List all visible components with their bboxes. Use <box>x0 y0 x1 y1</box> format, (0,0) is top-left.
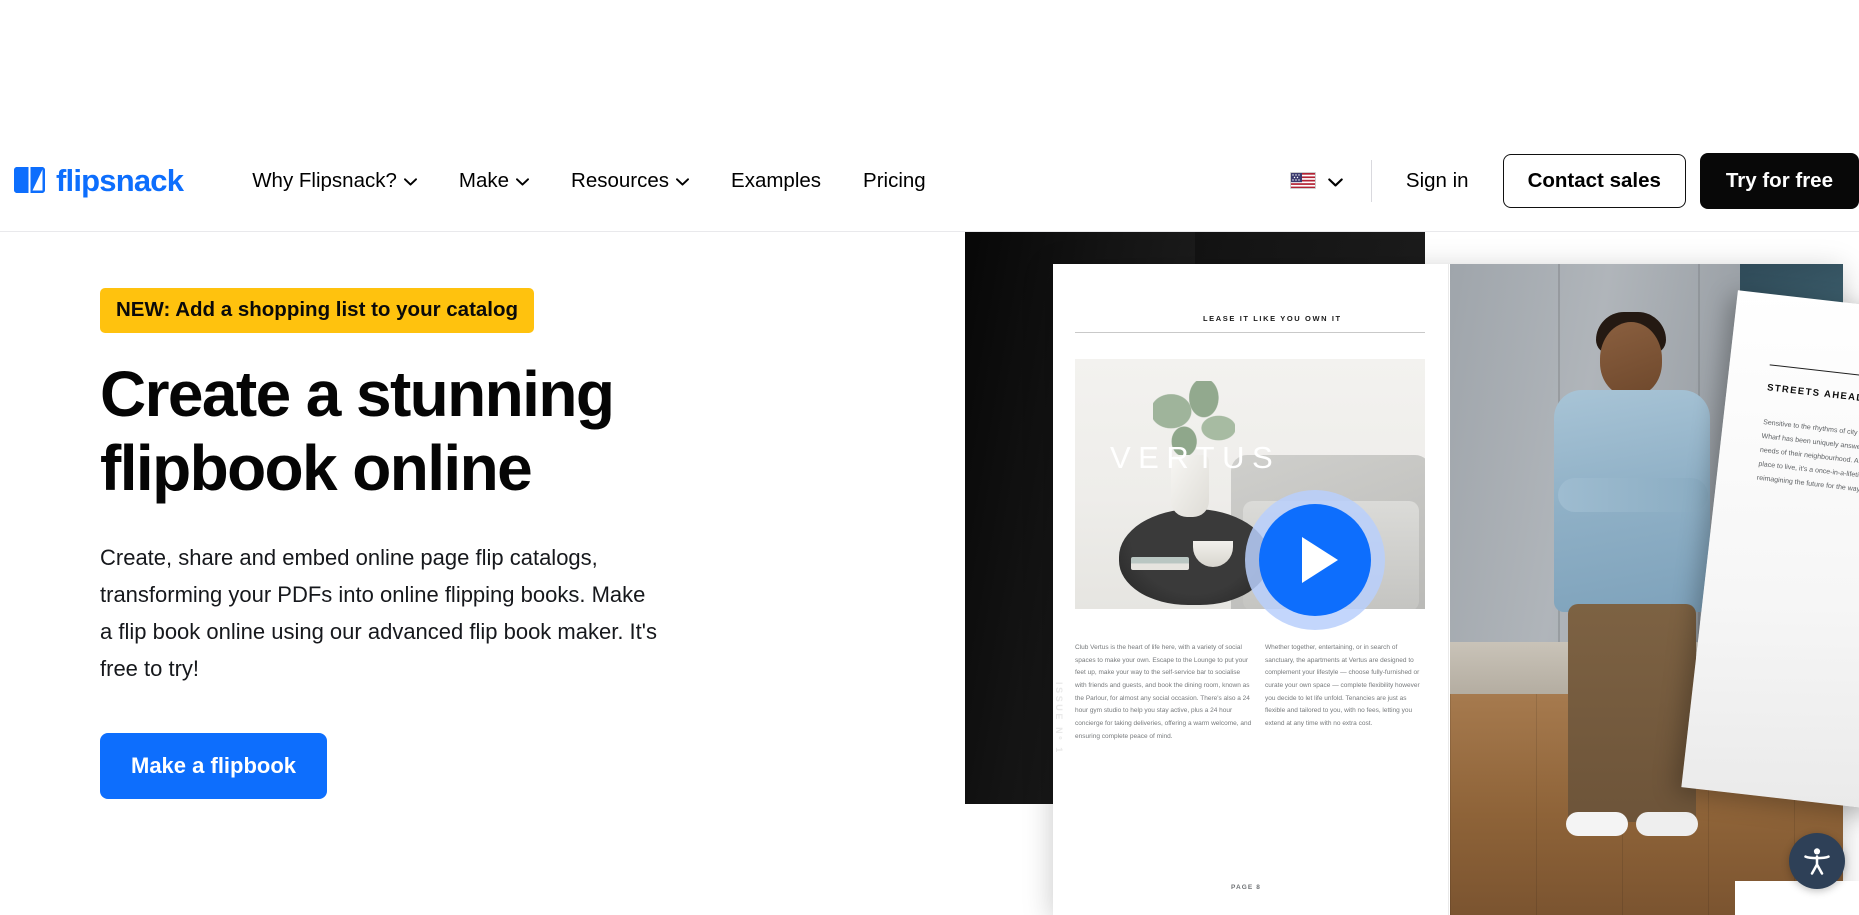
chevron-down-icon <box>403 177 417 186</box>
header-divider <box>1370 159 1372 202</box>
spread-body-right: Whether together, entertaining, or in se… <box>1265 644 1420 728</box>
try-for-free-button[interactable]: Try for free <box>1699 152 1859 209</box>
hero-paragraph: Create, share and embed online page flip… <box>100 545 657 682</box>
chevron-down-icon <box>1328 177 1343 186</box>
accessibility-person-icon <box>1801 845 1833 877</box>
us-flag-icon <box>1289 172 1316 189</box>
spread-page-number: PAGE 8 <box>1231 884 1261 891</box>
nav-item-examples[interactable]: Examples <box>710 159 842 203</box>
nav-label: Resources <box>571 168 670 192</box>
landing-page: flipsnack Why Flipsnack? Make Resources <box>0 0 1859 915</box>
nav-label: Pricing <box>863 168 926 192</box>
accessibility-widget-backdrop <box>1735 881 1859 915</box>
nav-label: Make <box>458 168 510 192</box>
new-feature-badge[interactable]: NEW: Add a shopping list to your catalog <box>100 288 535 333</box>
make-a-flipbook-button[interactable]: Make a flipbook <box>100 733 328 800</box>
main-navigation: Why Flipsnack? Make Resources Examples P… <box>231 159 947 203</box>
headline-line-2: flipbook online <box>100 432 533 505</box>
page-title: Create a stunning flipbook online <box>100 357 790 507</box>
spread-rule <box>1075 332 1425 333</box>
sheet-rule <box>1769 364 1859 383</box>
site-header: flipsnack Why Flipsnack? Make Resources <box>0 130 1859 232</box>
play-triangle <box>1302 537 1338 583</box>
accessibility-widget-button[interactable] <box>1789 833 1845 889</box>
person-legs-shape <box>1568 604 1696 822</box>
contact-sales-button[interactable]: Contact sales <box>1502 153 1686 208</box>
nav-label: Examples <box>731 168 822 192</box>
nav-item-why-flipsnack[interactable]: Why Flipsnack? <box>231 159 438 203</box>
language-selector[interactable] <box>1278 164 1353 197</box>
chevron-down-icon <box>516 177 529 186</box>
logo-wordmark: flipsnack <box>56 163 184 198</box>
hero-flipbook-preview[interactable]: VERTUS ISSUE Nº 1 WHEN EXPERIENCE IS EVE… <box>965 232 1859 915</box>
sheet-body: Sensitive to the rhythms of city living.… <box>1756 419 1859 498</box>
nav-item-pricing[interactable]: Pricing <box>842 159 947 203</box>
nav-item-resources[interactable]: Resources <box>550 159 710 203</box>
person-arms-shape <box>1558 478 1708 512</box>
spread-body-left: Club Vertus is the heart of life here, w… <box>1075 644 1252 740</box>
person-shoe-shape <box>1566 812 1628 836</box>
person-shoe-shape <box>1636 812 1698 836</box>
nav-label: Why Flipsnack? <box>252 168 397 192</box>
flipbook-cover-title: VERTUS <box>1110 440 1281 475</box>
person-head-shape <box>1600 322 1662 396</box>
sheet-title: STREETS AHEAD <box>1766 382 1859 405</box>
browser-chrome-blank-area <box>0 0 1859 130</box>
nav-item-make[interactable]: Make <box>438 159 550 203</box>
spread-fold-line <box>1448 264 1449 915</box>
chevron-down-icon <box>676 177 689 186</box>
spread-kicker: LEASE IT LIKE YOU OWN IT <box>1203 314 1342 323</box>
flipbook-issue-label: ISSUE Nº 1 <box>1054 682 1064 755</box>
headline-line-1: Create a stunning <box>100 357 615 430</box>
play-video-button[interactable] <box>1245 490 1385 630</box>
hero-copy: NEW: Add a shopping list to your catalog… <box>100 288 790 800</box>
sign-in-link[interactable]: Sign in <box>1390 159 1485 203</box>
books-shape <box>1131 557 1189 570</box>
header-actions: Sign in Contact sales Try for free <box>1278 152 1859 209</box>
book-logo-icon <box>13 166 47 196</box>
play-icon <box>1259 504 1371 616</box>
flipsnack-logo[interactable]: flipsnack <box>13 163 184 198</box>
